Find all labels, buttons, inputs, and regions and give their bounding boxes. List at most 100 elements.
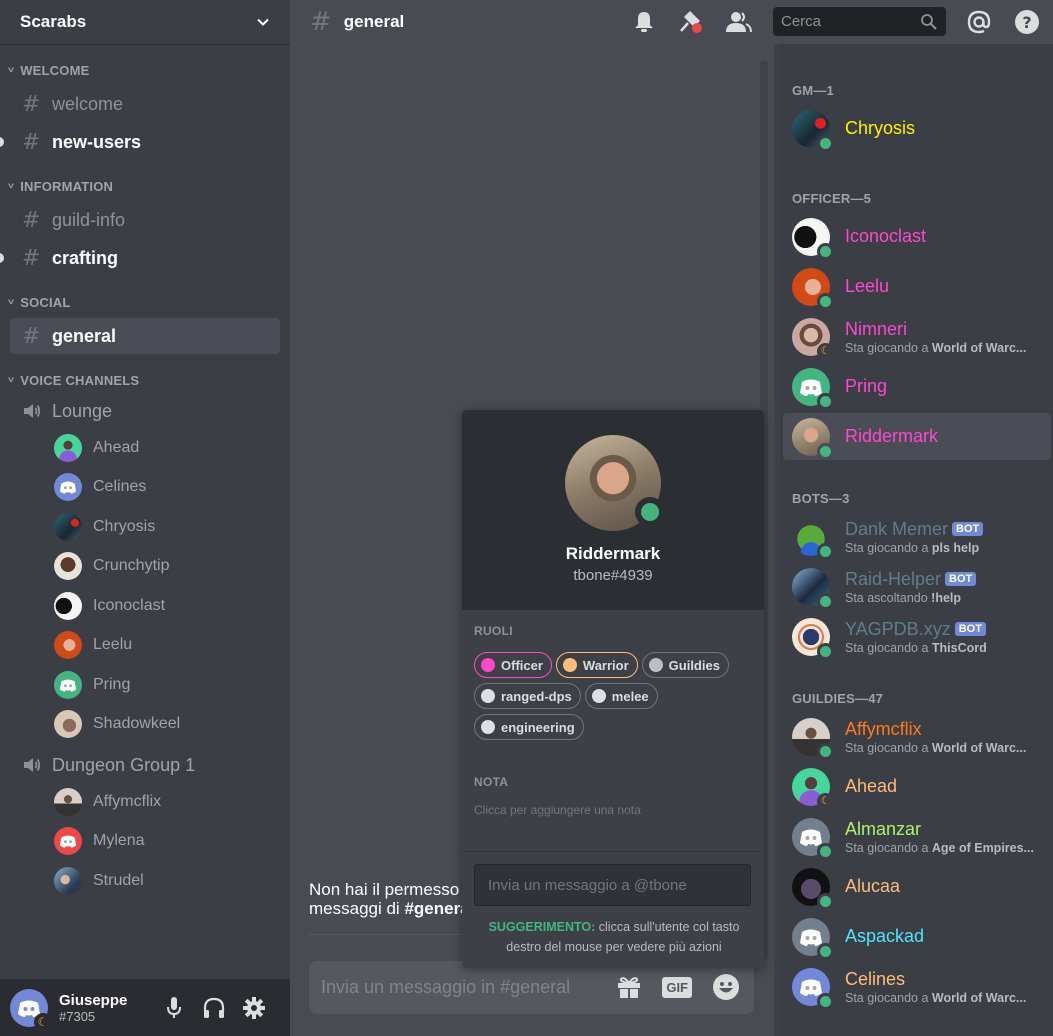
role-pill[interactable]: ranged-dps: [474, 683, 581, 709]
member-item[interactable]: Chryosis: [783, 105, 1051, 152]
role-pill[interactable]: Guildies: [641, 652, 729, 678]
member-item[interactable]: Pring: [783, 363, 1051, 410]
server-header[interactable]: Scarabs: [0, 0, 290, 44]
notice-line: Non hai il permesso: [309, 880, 460, 899]
search-placeholder: Cerca: [781, 13, 822, 30]
member-list-icon[interactable]: [725, 8, 753, 36]
direct-message-input[interactable]: Invia un messaggio a @tbone: [474, 864, 751, 906]
voice-user-name: Ahead: [93, 438, 140, 456]
voice-user[interactable]: Pring: [0, 665, 290, 705]
channel-general[interactable]: # general: [10, 318, 280, 354]
member-item[interactable]: Raid-Helper BOT Sta ascoltando !help: [783, 563, 1051, 610]
member-activity: Sta giocando a ThisCord: [845, 641, 987, 655]
category-social[interactable]: v SOCIAL: [0, 292, 290, 312]
voice-user[interactable]: Mylena: [0, 822, 290, 862]
note-input[interactable]: Clicca per aggiungere una nota: [474, 803, 752, 817]
voice-user-name: Affymcflix: [93, 792, 162, 810]
role-color-dot: [481, 658, 495, 672]
settings-gear-icon[interactable]: [241, 995, 267, 1021]
user-avatar[interactable]: ☾: [10, 988, 52, 1031]
tip-label: SUGGERIMENTO:: [488, 920, 596, 934]
role-pill[interactable]: melee: [584, 683, 658, 709]
online-status-icon: [817, 892, 834, 910]
channel-guild-info[interactable]: # guild-info: [10, 202, 280, 238]
member-item[interactable]: Celines Sta giocando a World of Warc...: [783, 963, 1051, 1010]
online-status-icon: [817, 642, 834, 660]
channel-sidebar: Scarabs v WELCOME # welcome #: [0, 0, 290, 1036]
divider: [309, 934, 469, 935]
emoji-icon[interactable]: [712, 973, 740, 1001]
voice-channel-lounge[interactable]: Lounge: [0, 394, 290, 428]
avatar: ☾: [792, 767, 834, 810]
mention-icon[interactable]: [965, 8, 993, 36]
voice-user[interactable]: Chryosis: [0, 507, 290, 547]
bell-icon[interactable]: [630, 8, 658, 36]
avatar: [792, 367, 834, 410]
member-name: Nimneri: [845, 318, 908, 339]
gift-icon[interactable]: [616, 974, 642, 1000]
role-pill[interactable]: Officer: [474, 652, 552, 678]
member-item[interactable]: YAGPDB.xyz BOT Sta giocando a ThisCord: [783, 613, 1051, 660]
category-welcome[interactable]: v WELCOME: [0, 60, 290, 80]
category-label: VOICE CHANNELS: [20, 372, 140, 388]
role-name: engineering: [501, 719, 575, 735]
member-item[interactable]: Affymcflix Sta giocando a World of Warc..…: [783, 713, 1051, 760]
voice-user[interactable]: Celines: [0, 468, 290, 508]
voice-user[interactable]: Crunchytip: [0, 547, 290, 587]
activity-prefix: Sta giocando a: [845, 840, 932, 855]
search-input[interactable]: Cerca: [773, 7, 946, 36]
member-item[interactable]: Almanzar Sta giocando a Age of Empires...: [783, 813, 1051, 860]
channel-new-users[interactable]: # new-users: [0, 124, 280, 160]
member-item[interactable]: Alucaa: [783, 863, 1051, 910]
member-item[interactable]: ☾ Ahead: [783, 763, 1051, 810]
voice-channel-dungeon-group-1[interactable]: Dungeon Group 1: [0, 748, 290, 782]
speaker-icon: [24, 758, 41, 772]
avatar: [792, 917, 834, 960]
member-item[interactable]: Aspackad: [783, 913, 1051, 960]
voice-user[interactable]: Shadowkeel: [0, 705, 290, 745]
member-item[interactable]: ☾ Nimneri Sta giocando a World of Warc...: [783, 313, 1051, 360]
category-information[interactable]: v INFORMATION: [0, 176, 290, 196]
member-activity: Sta giocando a World of Warc...: [845, 741, 1026, 755]
channel-title: general: [343, 12, 405, 31]
avatar: [54, 631, 82, 660]
discord-app: Scarabs v WELCOME # welcome #: [0, 0, 1053, 1036]
avatar: [54, 866, 82, 895]
voice-user[interactable]: Leelu: [0, 626, 290, 666]
voice-user[interactable]: Affymcflix: [0, 782, 290, 822]
voice-user[interactable]: Strudel: [0, 861, 290, 901]
member-group-label: OFFICER—5: [792, 191, 872, 206]
activity-name: World of Warc...: [931, 990, 1027, 1005]
role-pill[interactable]: engineering: [474, 714, 584, 740]
avatar: [792, 567, 834, 610]
pinned-messages-icon[interactable]: [677, 8, 705, 36]
role-pill[interactable]: Warrior: [555, 652, 638, 678]
member-activity: Sta giocando a pls help: [845, 541, 983, 555]
avatar: [54, 473, 82, 502]
online-status-icon: [817, 992, 834, 1010]
avatar: [54, 552, 82, 581]
channel-welcome[interactable]: # welcome: [10, 86, 280, 122]
member-name: Raid-Helper: [845, 568, 942, 589]
member-item[interactable]: Leelu: [783, 263, 1051, 310]
message-input[interactable]: Invia un messaggio in #general GIF: [309, 961, 754, 1014]
activity-name: Age of Empires...: [931, 840, 1034, 855]
microphone-icon[interactable]: [161, 995, 187, 1021]
profile-avatar[interactable]: [565, 435, 665, 531]
hash-icon: #: [310, 7, 332, 37]
channel-crafting[interactable]: # crafting: [0, 240, 280, 276]
channel-name: welcome: [52, 93, 124, 114]
voice-user[interactable]: Iconoclast: [0, 586, 290, 626]
activity-prefix: Sta giocando a: [845, 990, 932, 1005]
voice-user[interactable]: Ahead: [0, 428, 290, 468]
member-item[interactable]: Iconoclast: [783, 213, 1051, 260]
category-voice-channels[interactable]: v VOICE CHANNELS: [0, 370, 290, 390]
member-item[interactable]: Dank Memer BOT Sta giocando a pls help: [783, 513, 1051, 560]
member-item[interactable]: Riddermark: [783, 413, 1051, 460]
online-status-icon: [817, 242, 834, 260]
gif-button[interactable]: GIF: [662, 976, 692, 998]
category-label: INFORMATION: [20, 178, 114, 194]
headphones-icon[interactable]: [201, 995, 227, 1021]
help-icon[interactable]: ?: [1013, 8, 1041, 36]
dm-placeholder: Invia un messaggio a @tbone: [488, 876, 687, 894]
